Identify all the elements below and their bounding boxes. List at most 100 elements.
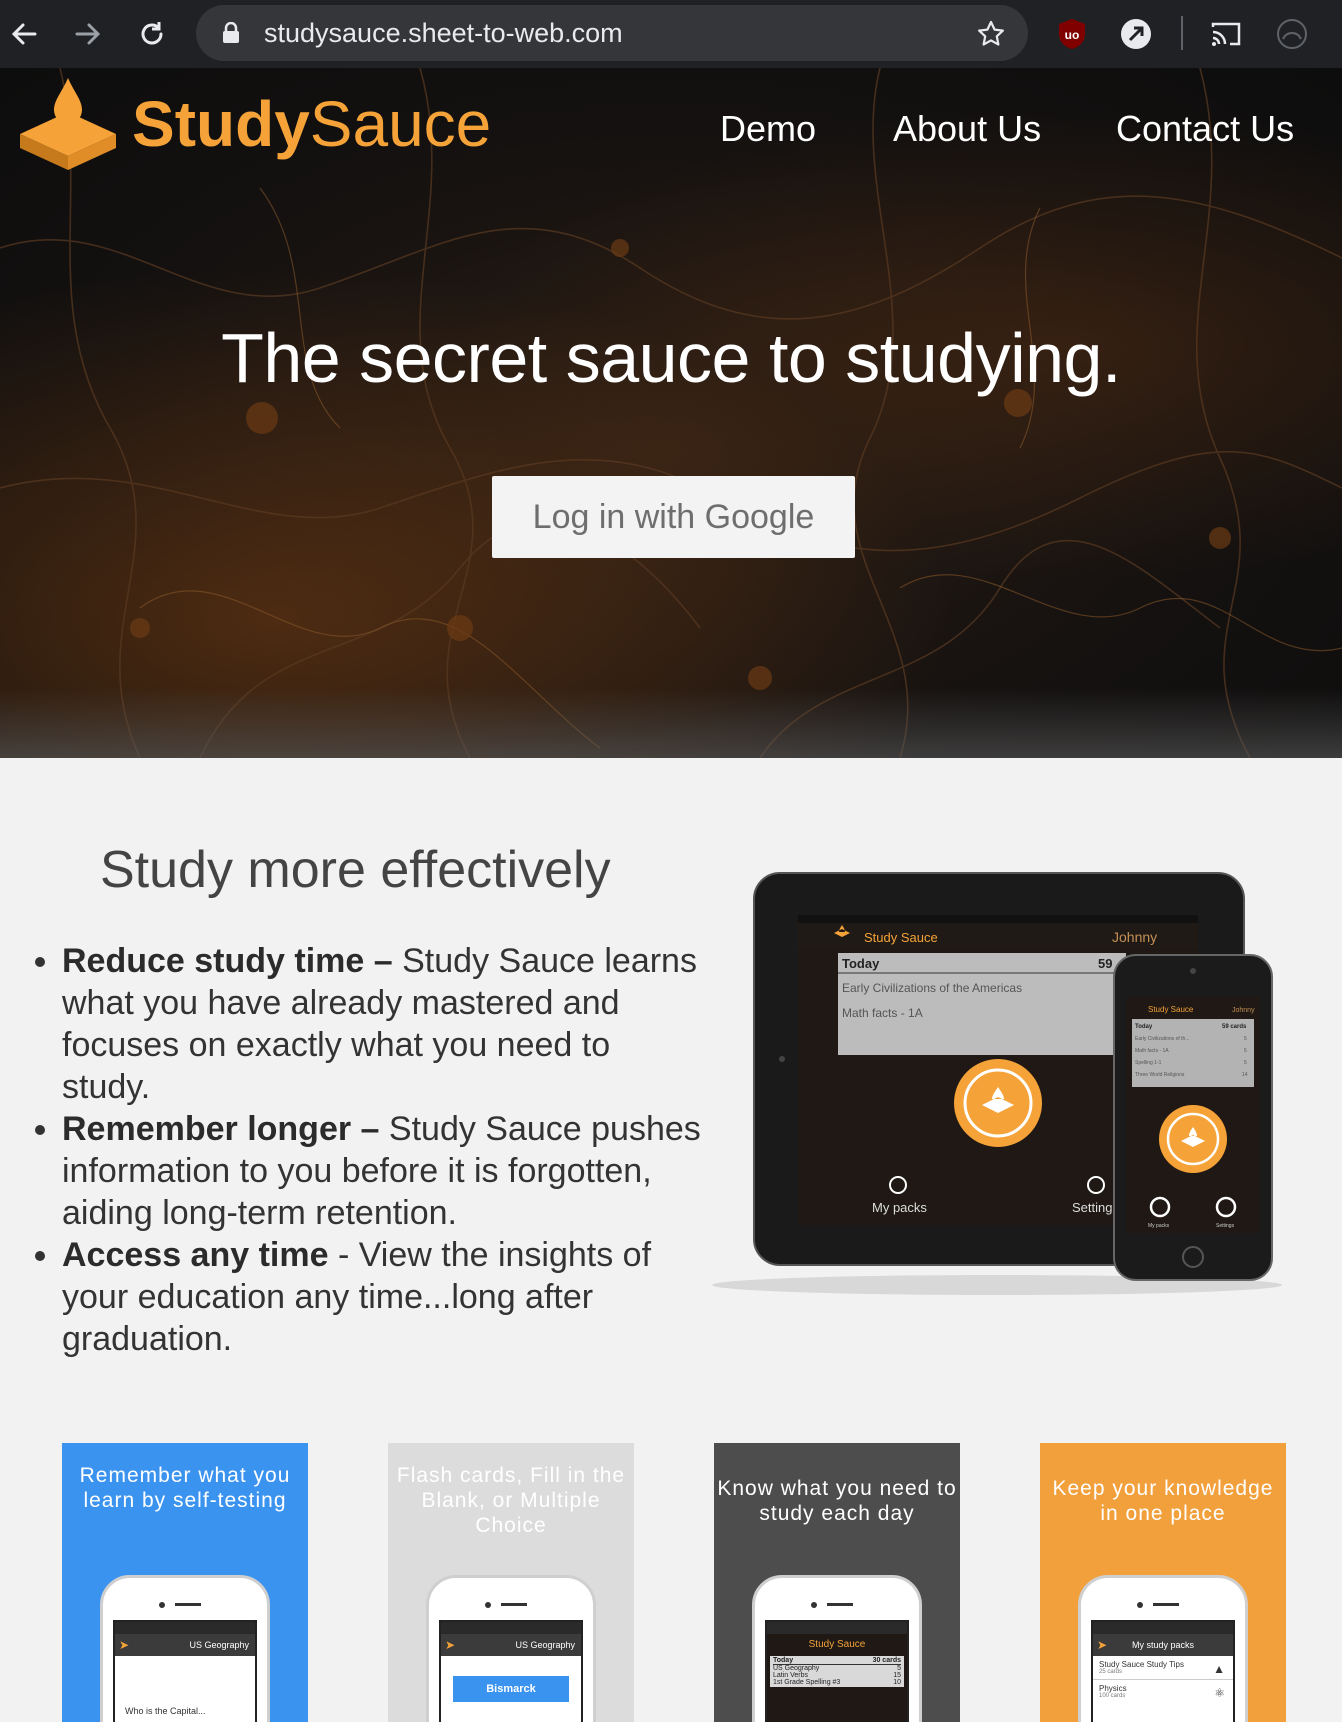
phone-brand-text: Study Sauce (1148, 1005, 1194, 1014)
features-title: Study more effectively (100, 841, 611, 899)
tablet-row-0: Early Civilizations of the Americas (842, 981, 1022, 995)
site-logo[interactable]: StudySauce (18, 74, 491, 174)
forward-button[interactable] (68, 14, 108, 54)
tablet-my-packs-label: My packs (872, 1200, 927, 1215)
card-title: Remember what you learn by self-testing (79, 1464, 291, 1512)
feature-dash: - (328, 1236, 359, 1274)
phone-user-text: Johnny (1232, 1007, 1255, 1014)
svg-text:uo: uo (1065, 28, 1080, 42)
card-screen-today: Today (773, 1657, 794, 1664)
extension-icon[interactable] (1116, 14, 1156, 54)
hero-headline: The secret sauce to studying. (221, 319, 1121, 397)
logo-word-study: Study (132, 88, 310, 160)
lock-icon (223, 22, 239, 43)
card-screen-row: US Geography (773, 1665, 820, 1672)
atom-icon: ⚛ (1214, 1686, 1225, 1700)
card-screen-title: US Geography (189, 1640, 249, 1650)
phone-row-count-0: 5 (1244, 1036, 1247, 1042)
google-login-button[interactable]: Log in with Google (492, 476, 855, 558)
card-screen-brand: Study Sauce (808, 1639, 866, 1650)
nav-about-us[interactable]: About Us (893, 108, 1041, 150)
card-screen-count: 30 cards (872, 1657, 901, 1664)
card-screen-title: My study packs (1131, 1640, 1195, 1650)
feature-card-daily-study: Know what you need to study each day Stu… (714, 1443, 960, 1722)
feature-card-one-place: Keep your knowledge in one place ➤ My stu… (1040, 1443, 1286, 1722)
card-screen-title: US Geography (515, 1640, 575, 1650)
back-arrow-icon: ➤ (445, 1638, 456, 1652)
phone-row-2: Spelling 1-1 (1135, 1060, 1162, 1066)
pack-logo-icon: ▲ (1213, 1662, 1225, 1676)
feature-dash: – (351, 1110, 389, 1148)
tablet-user-text: Johnny (1112, 929, 1157, 945)
card-screen-row-count: 5 (897, 1665, 901, 1672)
feature-card-question-types: Flash cards, Fill in the Blank, or Multi… (388, 1443, 634, 1722)
hero-section: StudySauce Demo About Us Contact Us The … (0, 68, 1342, 758)
hero-bottom-fade (0, 688, 1342, 758)
card-phone-image: Study Sauce Today 30 cards US Geography 5 … (752, 1575, 922, 1722)
tablet-settings-label: Setting (1072, 1200, 1112, 1215)
toolbar-divider (1181, 16, 1183, 50)
phone-row-1: Math facts - 1A (1135, 1048, 1169, 1054)
phone-today-label: Today (1135, 1024, 1153, 1030)
tablet-count-label: 59 (1098, 956, 1112, 971)
back-arrow-icon: ➤ (1097, 1638, 1108, 1652)
phone-settings-label: Settings (1216, 1223, 1235, 1229)
tablet-today-label: Today (842, 956, 880, 971)
address-bar[interactable]: studysauce.sheet-to-web.com (196, 5, 1028, 61)
phone-row-count-2: 5 (1244, 1060, 1247, 1066)
tablet-brand-text: Study Sauce (864, 930, 938, 945)
feature-item: Remember longer – Study Sauce pushes inf… (62, 1108, 702, 1234)
feature-heading: Access any time (62, 1236, 329, 1274)
logo-wordmark: StudySauce (132, 87, 491, 161)
card-phone-image: ➤ US Geography Who is the Capital... (100, 1575, 270, 1722)
card-phone-screen: ➤ US Geography Who is the Capital... (113, 1620, 257, 1722)
card-phone-screen: ➤ US Geography Bismarck (439, 1620, 583, 1722)
phone-row-0: Early Civilizations of th... (1135, 1036, 1189, 1042)
card-phone-screen: ➤ My study packs Study Sauce Study Tips 2… (1091, 1620, 1235, 1722)
phone-row-count-1: 5 (1244, 1048, 1247, 1054)
feature-heading: Remember longer (62, 1110, 352, 1148)
card-screen-row: Latin Verbs (773, 1672, 809, 1679)
card-screen-text: Who is the Capital... (125, 1706, 206, 1716)
back-button[interactable] (4, 14, 44, 54)
card-screen-row-sub: 25 cards (1099, 1669, 1123, 1675)
phone-row-count-3: 14 (1242, 1072, 1248, 1078)
card-phone-image: ➤ US Geography Bismarck (426, 1575, 596, 1722)
cast-icon[interactable] (1206, 14, 1246, 54)
bookmark-star-icon[interactable] (976, 19, 1006, 49)
card-screen-row-sub: 100 cards (1099, 1693, 1126, 1699)
card-screen-row-count: 10 (893, 1679, 901, 1686)
phone-row-3: Three World Religions (1135, 1072, 1185, 1078)
phone-my-packs-label: My packs (1148, 1223, 1170, 1229)
card-phone-screen: Study Sauce Today 30 cards US Geography 5 … (765, 1620, 909, 1722)
phone-count-label: 59 cards (1222, 1024, 1247, 1030)
card-screen-row-count: 15 (893, 1672, 901, 1679)
card-screen-row: Physics (1099, 1684, 1127, 1693)
feature-heading: Reduce study time (62, 942, 365, 980)
card-title: Flash cards, Fill in the Blank, or Multi… (396, 1464, 626, 1537)
ublock-extension-icon[interactable]: uo (1052, 14, 1092, 54)
card-screen-answer-button: Bismarck (453, 1676, 569, 1702)
tablet-row-1: Math facts - 1A (842, 1006, 923, 1020)
forward-arrow-icon (75, 23, 101, 45)
feature-dash: – (364, 942, 403, 980)
features-list: Reduce study time – Study Sauce learns w… (20, 940, 702, 1360)
feature-item: Access any time - View the insights of y… (62, 1234, 702, 1360)
card-title: Know what you need to study each day (717, 1477, 957, 1525)
device-mockup-image: Study Sauce Johnny Today 59 Early Civili… (712, 872, 1282, 1295)
reload-icon (141, 22, 163, 45)
back-arrow-icon (11, 23, 37, 45)
nav-contact-us[interactable]: Contact Us (1116, 108, 1294, 150)
card-title: Keep your knowledge in one place (1052, 1477, 1274, 1525)
studysauce-logo-icon (20, 78, 116, 170)
back-arrow-icon: ➤ (119, 1638, 130, 1652)
nav-demo[interactable]: Demo (720, 108, 816, 150)
logo-word-sauce: Sauce (309, 88, 492, 160)
card-screen-row: 1st Grade Spelling #3 (773, 1679, 841, 1686)
card-phone-image: ➤ My study packs Study Sauce Study Tips 2… (1078, 1575, 1248, 1722)
reload-button[interactable] (132, 14, 172, 54)
profile-avatar-icon[interactable] (1272, 14, 1312, 54)
feature-card-self-testing: Remember what you learn by self-testing … (62, 1443, 308, 1722)
feature-item: Reduce study time – Study Sauce learns w… (62, 940, 702, 1108)
browser-toolbar: studysauce.sheet-to-web.com uo (0, 0, 1342, 68)
